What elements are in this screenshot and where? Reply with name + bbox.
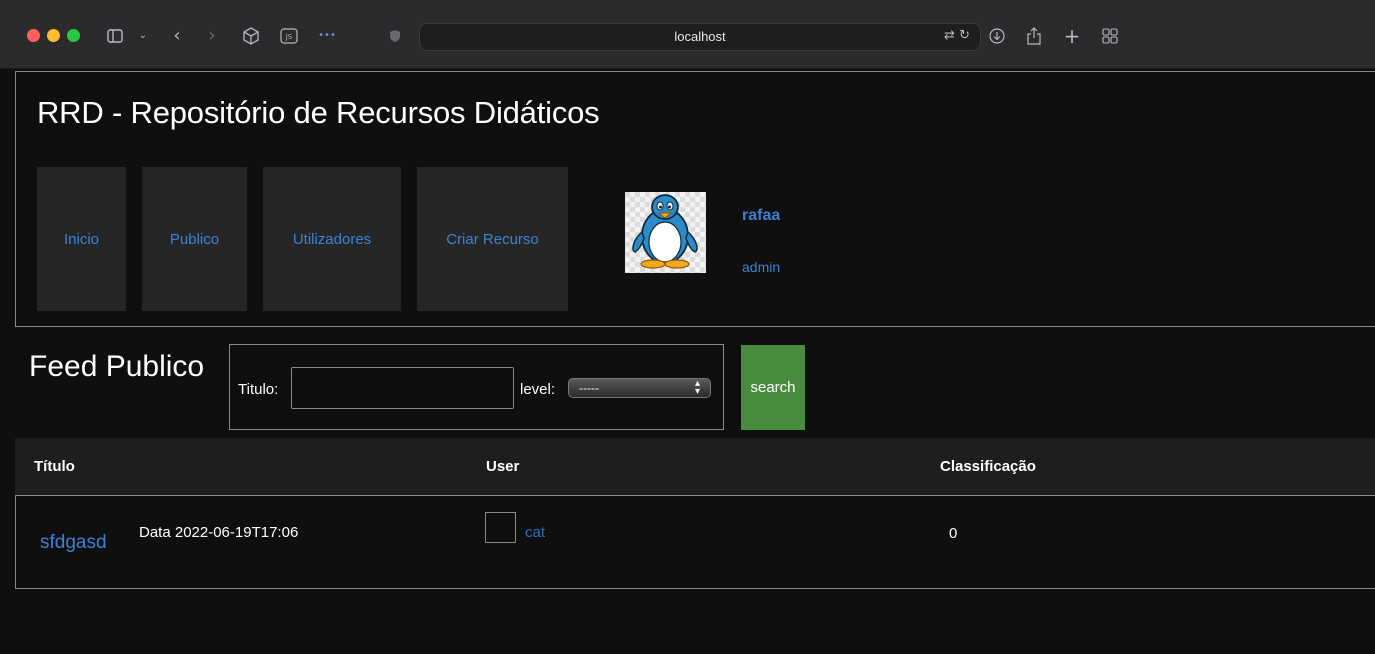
chevron-down-icon[interactable]: ⌄	[137, 26, 149, 46]
row-classificacao: 0	[949, 525, 958, 542]
sidebar-icon[interactable]	[106, 26, 124, 46]
level-label: level:	[520, 381, 556, 398]
download-icon[interactable]	[988, 26, 1006, 46]
level-select[interactable]: -----	[568, 378, 711, 398]
nav-item-criar-recurso[interactable]: Criar Recurso	[417, 167, 568, 311]
nav-item-utilizadores[interactable]: Utilizadores	[263, 167, 401, 311]
select-arrows-icon: ▴ ▾	[695, 378, 701, 397]
feed-title: Feed Publico	[29, 350, 205, 383]
nav-item-inicio[interactable]: Inicio	[37, 167, 126, 311]
column-header-user: User	[486, 458, 520, 475]
share-icon[interactable]	[1026, 26, 1042, 46]
user-role-link[interactable]: admin	[742, 259, 780, 275]
titulo-label: Titulo:	[238, 381, 279, 398]
more-icon[interactable]: •••	[318, 26, 336, 46]
search-button[interactable]: search	[741, 345, 805, 430]
shield-icon	[388, 26, 402, 46]
url-text: localhost	[674, 29, 726, 44]
resource-date: Data 2022-06-19T17:06	[139, 524, 299, 541]
extension-cube-icon[interactable]	[241, 26, 261, 46]
avatar[interactable]	[625, 192, 706, 273]
table-header	[15, 438, 1375, 496]
svg-text:JS: JS	[285, 33, 293, 41]
column-header-classificacao: Classificação	[940, 458, 1036, 475]
close-window-button[interactable]	[27, 29, 40, 42]
js-icon[interactable]: JS	[280, 26, 298, 46]
nav-item-publico[interactable]: Publico	[142, 167, 247, 311]
translate-icon[interactable]: ⇄	[944, 28, 955, 43]
level-select-value: -----	[579, 381, 599, 395]
page-title: RRD - Repositório de Recursos Didáticos	[37, 95, 600, 130]
user-name-link[interactable]: rafaa	[742, 207, 780, 225]
resource-title-link[interactable]: sfdgasd	[40, 532, 107, 554]
address-bar[interactable]: localhost ⇄ ↻	[419, 23, 981, 51]
forward-icon[interactable]: ›	[205, 26, 219, 46]
user-avatar-placeholder	[485, 512, 516, 543]
new-tab-icon[interactable]: +	[1063, 26, 1081, 46]
minimize-window-button[interactable]	[47, 29, 60, 42]
row-user-link[interactable]: cat	[525, 524, 545, 541]
penguin-avatar-icon	[625, 192, 706, 273]
column-header-titulo: Título	[34, 458, 75, 475]
titulo-input[interactable]	[291, 367, 514, 409]
zoom-window-button[interactable]	[67, 29, 80, 42]
reload-icon[interactable]: ↻	[959, 28, 970, 43]
tab-overview-icon[interactable]	[1101, 26, 1119, 46]
browser-toolbar: ⌄ ‹ › JS ••• localhost ⇄ ↻ +	[0, 0, 1375, 69]
back-icon[interactable]: ‹	[170, 26, 184, 46]
